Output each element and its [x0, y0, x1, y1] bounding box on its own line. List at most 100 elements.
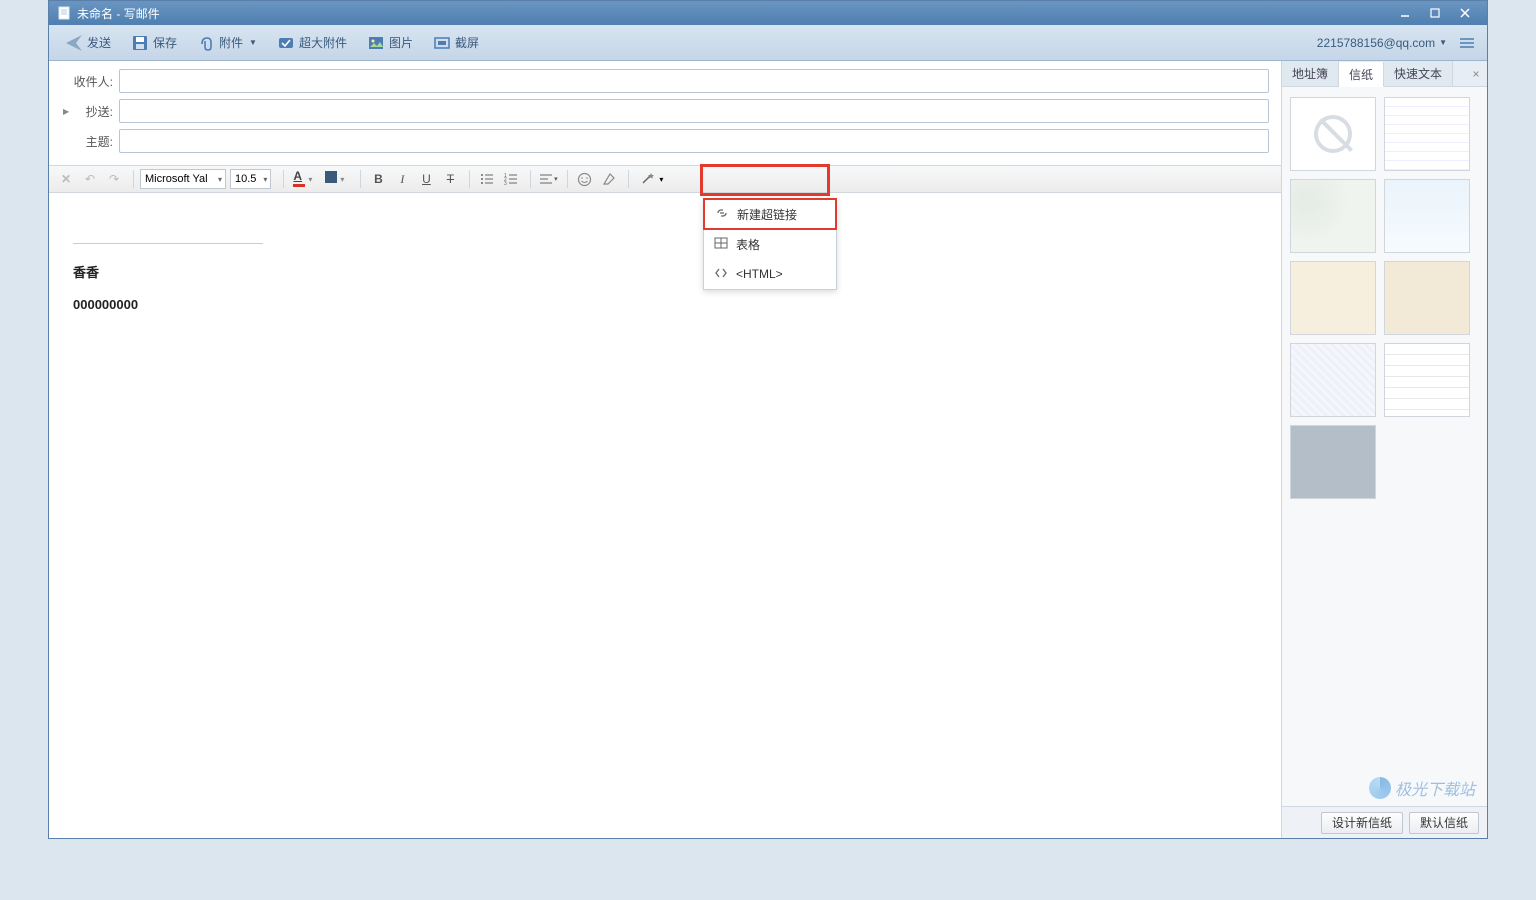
stationery-item[interactable] [1290, 179, 1376, 253]
panel-toggle-button[interactable] [1459, 34, 1477, 52]
default-stationery-button[interactable]: 默认信纸 [1409, 812, 1479, 834]
font-family-value: Microsoft Yal [145, 173, 208, 185]
design-stationery-button[interactable]: 设计新信纸 [1321, 812, 1403, 834]
editor-toolbar: ✕ ↶ ↷ Microsoft Yal▾ 10.5▾ A ▾ ▾ [49, 165, 1281, 193]
stationery-item[interactable] [1384, 343, 1470, 417]
redo-button[interactable]: ↷ [103, 169, 125, 189]
menu-label: 表格 [736, 236, 760, 253]
bold-button[interactable]: B [367, 169, 389, 189]
font-family-select[interactable]: Microsoft Yal▾ [140, 169, 226, 189]
cc-label: ▶抄送: [61, 103, 119, 120]
table-icon [714, 236, 728, 253]
signature-number: 000000000 [73, 297, 1257, 312]
to-row: 收件人: [61, 69, 1269, 93]
signature-name: 香香 [73, 262, 1257, 281]
align-button[interactable]: ▾ [537, 169, 559, 189]
titlebar: 未命名 - 写邮件 [49, 1, 1487, 25]
send-icon [65, 34, 83, 52]
svg-text:3: 3 [504, 181, 507, 186]
stationery-item[interactable] [1290, 343, 1376, 417]
editor-body[interactable]: 香香 000000000 [49, 193, 1281, 838]
minimize-button[interactable] [1391, 4, 1419, 22]
image-button[interactable]: 图片 [361, 31, 419, 55]
none-icon [1314, 115, 1352, 153]
chevron-down-icon: ▼ [249, 38, 257, 47]
to-label: 收件人: [61, 73, 119, 90]
save-button[interactable]: 保存 [125, 31, 183, 55]
font-size-value: 10.5 [235, 173, 256, 185]
subject-input[interactable] [119, 129, 1269, 153]
to-input[interactable] [119, 69, 1269, 93]
chevron-down-icon: ▾ [659, 175, 663, 184]
side-footer: 设计新信纸 默认信纸 [1282, 806, 1487, 838]
tab-quicktext[interactable]: 快速文本 [1384, 61, 1453, 86]
stationery-item[interactable] [1290, 261, 1376, 335]
send-button[interactable]: 发送 [59, 31, 117, 55]
side-panel: 地址簿 信纸 快速文本 × 设计新信纸 默认信纸 [1282, 61, 1487, 838]
maximize-button[interactable] [1421, 4, 1449, 22]
header-fields: 收件人: ▶抄送: 主题: [49, 61, 1281, 165]
expand-icon[interactable]: ▶ [63, 107, 69, 116]
image-label: 图片 [389, 34, 413, 51]
stationery-item[interactable] [1290, 425, 1376, 499]
emoji-button[interactable] [574, 169, 594, 189]
underline-button[interactable]: U [415, 169, 437, 189]
stationery-item[interactable] [1384, 261, 1470, 335]
save-label: 保存 [153, 34, 177, 51]
font-size-select[interactable]: 10.5▾ [230, 169, 271, 189]
stationery-item[interactable] [1384, 179, 1470, 253]
cc-input[interactable] [119, 99, 1269, 123]
menu-label: 新建超链接 [737, 206, 797, 223]
compose-window: 未命名 - 写邮件 发送 保存 附件 ▼ 超大附件 图片 [48, 0, 1488, 839]
window-title: 未命名 - 写邮件 [77, 5, 1391, 22]
bigattach-icon [277, 34, 295, 52]
undo-button[interactable]: ↶ [79, 169, 101, 189]
close-button[interactable] [1451, 4, 1479, 22]
send-label: 发送 [87, 34, 111, 51]
link-icon [715, 206, 729, 223]
main-toolbar: 发送 保存 附件 ▼ 超大附件 图片 截屏 2215788156@qq.com … [49, 25, 1487, 61]
attach-button[interactable]: 附件 ▼ [191, 31, 263, 55]
bigattach-label: 超大附件 [299, 34, 347, 51]
insert-dropdown-button[interactable]: ▾ [635, 169, 669, 189]
wand-icon [641, 171, 655, 188]
clear-format-button[interactable] [598, 169, 620, 189]
close-panel-button[interactable]: × [1465, 61, 1487, 86]
strikethrough-button[interactable]: T [439, 169, 461, 189]
highlight-box [700, 164, 830, 196]
screenshot-icon [433, 34, 451, 52]
cc-row: ▶抄送: [61, 99, 1269, 123]
italic-button[interactable]: I [391, 169, 413, 189]
stationery-item[interactable] [1384, 97, 1470, 171]
menu-item-table[interactable]: 表格 [704, 229, 836, 259]
signature-divider [73, 243, 263, 244]
account-email: 2215788156@qq.com [1317, 36, 1435, 50]
highlight-color-button[interactable]: ▾ [322, 169, 350, 189]
font-color-button[interactable]: A ▾ [290, 169, 318, 189]
window-controls [1391, 4, 1479, 22]
attach-label: 附件 [219, 34, 243, 51]
bigattach-button[interactable]: 超大附件 [271, 31, 353, 55]
tab-addressbook[interactable]: 地址簿 [1282, 61, 1339, 86]
menu-label: <HTML> [736, 267, 783, 281]
side-tabs: 地址簿 信纸 快速文本 × [1282, 61, 1487, 87]
subject-row: 主题: [61, 129, 1269, 153]
stationery-item-none[interactable] [1290, 97, 1376, 171]
chevron-down-icon: ▼ [1439, 38, 1447, 47]
bullet-list-button[interactable] [476, 169, 498, 189]
tab-stationery[interactable]: 信纸 [1339, 62, 1384, 87]
paperclip-icon [197, 34, 215, 52]
screenshot-button[interactable]: 截屏 [427, 31, 485, 55]
save-icon [131, 34, 149, 52]
main-area: 收件人: ▶抄送: 主题: ✕ ↶ ↷ Microsof [49, 61, 1282, 838]
insert-dropdown-menu: 新建超链接 表格 <HTML> [703, 198, 837, 290]
menu-item-hyperlink[interactable]: 新建超链接 [703, 198, 837, 230]
screenshot-label: 截屏 [455, 34, 479, 51]
x-button: ✕ [55, 169, 77, 189]
code-icon [714, 266, 728, 283]
number-list-button[interactable]: 123 [500, 169, 522, 189]
stationery-thumbs [1282, 87, 1487, 806]
body: 收件人: ▶抄送: 主题: ✕ ↶ ↷ Microsof [49, 61, 1487, 838]
account-selector[interactable]: 2215788156@qq.com ▼ [1317, 36, 1447, 50]
menu-item-html[interactable]: <HTML> [704, 259, 836, 289]
